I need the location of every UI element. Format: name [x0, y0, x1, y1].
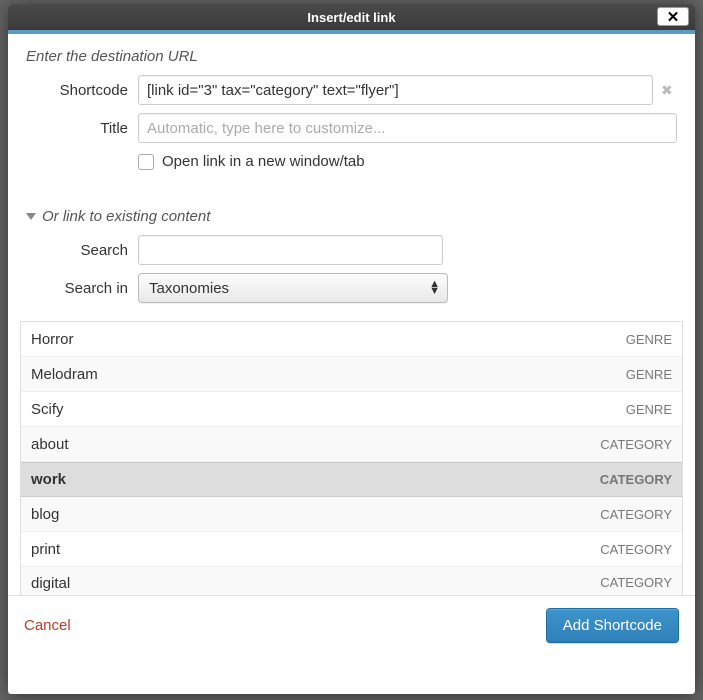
searchin-select[interactable]: Taxonomies [138, 273, 448, 303]
close-icon: ✕ [667, 8, 680, 26]
newtab-row: Open link in a new window/tab [8, 147, 695, 184]
shortcode-row: Shortcode ✖ [8, 71, 695, 109]
result-row[interactable]: Horror GENRE [21, 322, 682, 357]
cancel-button[interactable]: Cancel [24, 617, 71, 634]
newtab-label: Open link in a new window/tab [162, 153, 365, 170]
dialog-titlebar: Insert/edit link ✕ [8, 4, 695, 34]
destination-heading: Enter the destination URL [8, 34, 695, 71]
results-list: Horror GENRE Melodram GENRE Scify GENRE about C… [20, 321, 683, 595]
result-type: CATEGORY [600, 437, 672, 452]
result-row[interactable]: blog CATEGORY [21, 497, 682, 532]
insert-link-dialog: Insert/edit link ✕ Enter the destination… [8, 4, 695, 694]
dialog-title: Insert/edit link [307, 10, 395, 25]
result-name: blog [31, 506, 59, 523]
result-row[interactable]: print CATEGORY [21, 532, 682, 567]
result-type: CATEGORY [600, 575, 672, 590]
result-row[interactable]: Scify GENRE [21, 392, 682, 427]
chevron-down-icon [26, 213, 36, 220]
close-button[interactable]: ✕ [657, 7, 689, 26]
searchin-label: Search in [26, 280, 138, 297]
existing-content-label: Or link to existing content [42, 208, 210, 225]
result-name: print [31, 541, 60, 558]
title-input[interactable] [138, 113, 677, 143]
result-type: CATEGORY [600, 472, 672, 487]
search-label: Search [26, 242, 138, 259]
add-shortcode-button[interactable]: Add Shortcode [546, 608, 679, 643]
result-name: about [31, 436, 69, 453]
result-row[interactable]: digital CATEGORY [21, 567, 682, 595]
result-type: GENRE [626, 367, 672, 382]
result-name: Horror [31, 331, 74, 348]
shortcode-input[interactable] [138, 75, 653, 105]
title-row: Title [8, 109, 695, 147]
search-input[interactable] [138, 235, 443, 265]
newtab-checkbox[interactable] [138, 154, 154, 170]
result-name: Melodram [31, 366, 98, 383]
dialog-footer: Cancel Add Shortcode [8, 595, 695, 657]
result-type: CATEGORY [600, 542, 672, 557]
result-name: Scify [31, 401, 64, 418]
result-name: work [31, 471, 66, 488]
result-row[interactable]: about CATEGORY [21, 427, 682, 462]
shortcode-label: Shortcode [26, 82, 138, 99]
title-label: Title [26, 120, 138, 137]
existing-content-heading[interactable]: Or link to existing content [8, 184, 695, 231]
result-type: GENRE [626, 332, 672, 347]
result-name: digital [31, 575, 70, 592]
searchin-row: Search in Taxonomies ▲▼ [8, 269, 695, 307]
result-row[interactable]: Melodram GENRE [21, 357, 682, 392]
search-row: Search [8, 231, 695, 269]
searchin-select-wrap: Taxonomies ▲▼ [138, 273, 448, 303]
result-row[interactable]: work CATEGORY [21, 462, 682, 497]
result-type: CATEGORY [600, 507, 672, 522]
result-type: GENRE [626, 402, 672, 417]
dialog-body: Enter the destination URL Shortcode ✖ Ti… [8, 34, 695, 694]
clear-shortcode-icon[interactable]: ✖ [661, 82, 677, 98]
